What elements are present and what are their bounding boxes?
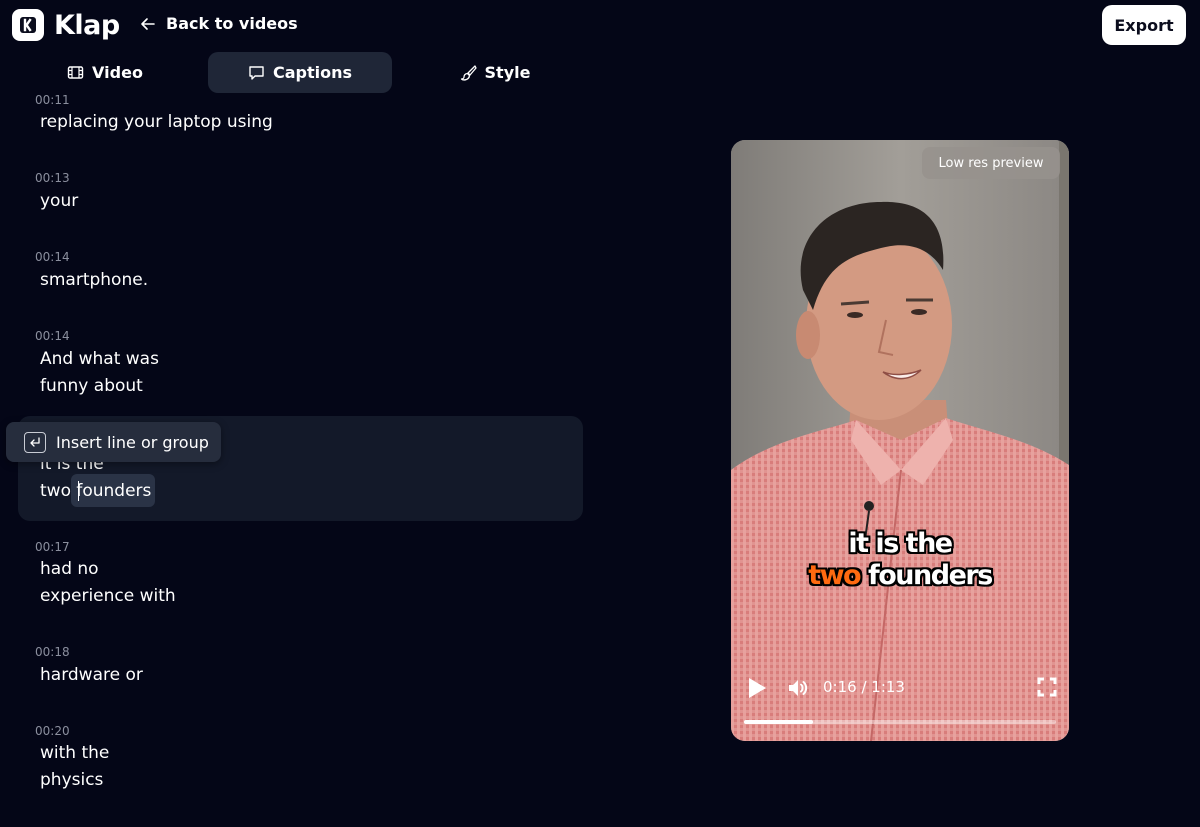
klap-logo-icon <box>12 9 44 41</box>
insert-line-label: Insert line or group <box>56 432 209 452</box>
tab-video[interactable]: Video <box>20 52 190 93</box>
subtitle-line-2: two founders <box>731 560 1069 591</box>
enter-key-icon <box>24 431 46 453</box>
speech-bubble-icon <box>249 66 264 80</box>
play-icon[interactable] <box>747 677 767 699</box>
caption-timestamp: 00:17 <box>35 540 70 554</box>
tab-captions[interactable]: Captions <box>208 52 392 93</box>
caption-timestamp: 00:14 <box>35 329 70 343</box>
back-to-videos-link[interactable]: Back to videos <box>140 14 298 33</box>
logo-text: Klap <box>54 9 120 41</box>
subtitle-accent-word: two <box>808 560 861 591</box>
export-button[interactable]: Export <box>1102 5 1186 45</box>
back-link-label: Back to videos <box>166 14 298 33</box>
brush-icon <box>460 65 477 81</box>
subtitle-line-1: it is the <box>848 528 953 559</box>
video-controls: 0:16 / 1:13 <box>731 670 1069 710</box>
caption-text[interactable]: And what was funny about <box>40 346 159 399</box>
low-res-badge: Low res preview <box>922 147 1060 179</box>
app-logo[interactable]: Klap <box>12 9 120 41</box>
video-preview[interactable]: Low res preview it is the two founders 0… <box>731 140 1069 741</box>
tab-captions-label: Captions <box>272 63 353 82</box>
caption-timestamp: 00:13 <box>35 171 70 185</box>
volume-icon[interactable] <box>786 676 810 700</box>
caption-text[interactable]: replacing your laptop using <box>40 109 273 136</box>
time-readout: 0:16 / 1:13 <box>823 678 905 696</box>
tab-video-label: Video <box>92 63 143 82</box>
caption-timestamp: 00:11 <box>35 93 70 107</box>
subtitle-rest: founders <box>860 560 993 591</box>
video-progress-bar[interactable] <box>744 720 1056 724</box>
arrow-left-icon <box>141 17 155 30</box>
caption-text[interactable]: with the physics <box>40 740 109 793</box>
film-icon <box>67 66 84 79</box>
fullscreen-icon[interactable] <box>1037 677 1057 697</box>
caption-text[interactable]: your <box>40 188 78 215</box>
caption-text[interactable]: hardware or <box>40 662 143 689</box>
caption-timestamp: 00:14 <box>35 250 70 264</box>
video-frame <box>731 140 1069 741</box>
editor-page: Klap Back to videos Export Video Caption… <box>0 0 1200 827</box>
caption-timestamp: 00:20 <box>35 724 70 738</box>
insert-line-tooltip[interactable]: Insert line or group <box>6 422 221 462</box>
caption-text[interactable]: had no experience with <box>40 556 176 609</box>
caption-timestamp: 00:18 <box>35 645 70 659</box>
tab-style-label: Style <box>484 63 531 82</box>
video-progress-fill <box>744 720 813 724</box>
text-cursor <box>78 481 79 501</box>
tab-style[interactable]: Style <box>400 52 590 93</box>
caption-text[interactable]: smartphone. <box>40 267 148 294</box>
